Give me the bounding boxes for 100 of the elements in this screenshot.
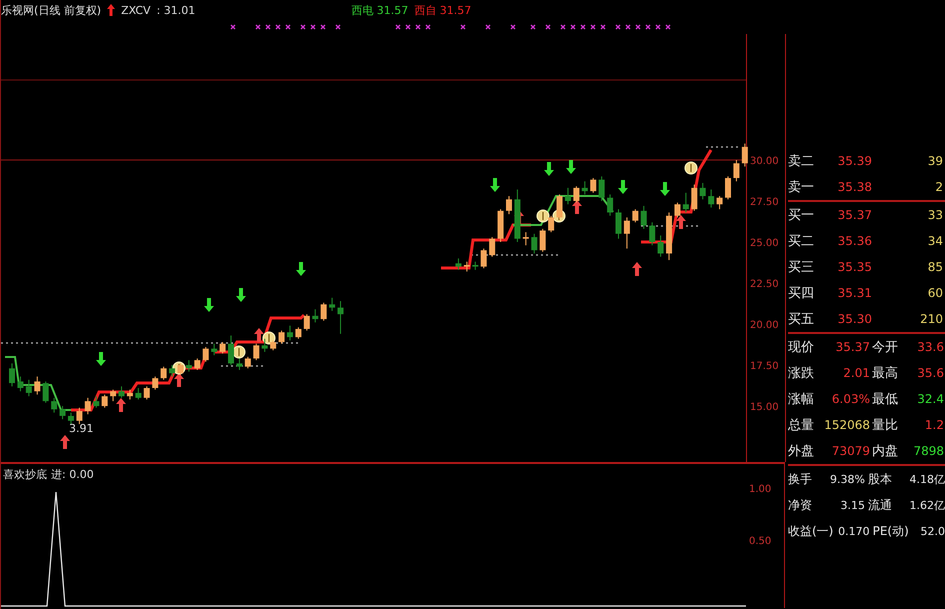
quote-price: 35.39 bbox=[836, 154, 872, 168]
candlestick bbox=[522, 232, 529, 246]
axis-label: 22.50 bbox=[750, 279, 779, 290]
quote-volume: 34 bbox=[926, 234, 944, 248]
candlestick bbox=[42, 380, 49, 404]
indicator-value: 进: 0.00 bbox=[51, 467, 94, 482]
candlestick bbox=[34, 376, 40, 396]
candlestick bbox=[716, 196, 723, 210]
signal-reading: 西自 31.57 bbox=[414, 2, 472, 18]
candlestick bbox=[489, 236, 496, 258]
quote-value: 32.4 bbox=[916, 392, 945, 406]
candlestick bbox=[304, 314, 310, 332]
quote-label: 流通 bbox=[868, 496, 892, 514]
quote-volume: 210 bbox=[919, 312, 944, 326]
up-arrow-icon bbox=[107, 4, 116, 16]
axis-label: 30.00 bbox=[750, 156, 779, 167]
quote-value: 52.0 bbox=[920, 524, 945, 538]
chart-title: 乐视网(日线 前复权) bbox=[1, 2, 102, 18]
quote-label: 今开 bbox=[872, 339, 899, 356]
candlestick bbox=[312, 308, 318, 323]
low-price-label: 3.91 bbox=[69, 422, 94, 435]
quote-label: 买四 bbox=[788, 285, 815, 302]
quote-label: 量比 bbox=[872, 417, 899, 434]
quote-price: 35.38 bbox=[836, 180, 872, 194]
quote-label: 外盘 bbox=[788, 443, 815, 460]
candlestick bbox=[733, 159, 740, 182]
quote-label: 股本 bbox=[868, 470, 892, 488]
candlestick bbox=[110, 389, 116, 402]
quote-price: 35.35 bbox=[836, 260, 872, 274]
quote-label: 换手 bbox=[788, 470, 812, 488]
quote-value: 1.2 bbox=[924, 418, 945, 432]
candlestick bbox=[540, 228, 546, 252]
axis-label: 25.00 bbox=[750, 238, 779, 249]
quote-value: 9.38% bbox=[829, 472, 865, 486]
quote-price: 35.31 bbox=[836, 286, 872, 300]
candlestick bbox=[228, 335, 234, 366]
candlestick bbox=[455, 258, 462, 270]
candlestick bbox=[253, 343, 260, 361]
quote-value: 6.03% bbox=[830, 392, 871, 406]
quote-value: 1.62亿 bbox=[908, 498, 945, 512]
candlestick bbox=[674, 202, 680, 218]
candlestick bbox=[725, 176, 732, 200]
indicator-name: ZXCV bbox=[121, 4, 151, 16]
candlestick bbox=[691, 184, 698, 212]
candlestick bbox=[17, 376, 24, 392]
axis-label: 1.00 bbox=[748, 483, 772, 497]
quote-value: 0.170 bbox=[837, 524, 870, 538]
candlestick bbox=[126, 389, 133, 400]
quote-volume: 2 bbox=[934, 180, 944, 194]
candlestick bbox=[564, 187, 571, 205]
candlestick bbox=[649, 222, 656, 246]
candlestick bbox=[118, 386, 125, 398]
candlestick bbox=[464, 261, 470, 272]
candlestick bbox=[93, 396, 100, 408]
candlestick bbox=[211, 343, 218, 356]
candlestick bbox=[590, 178, 596, 194]
quote-label: 现价 bbox=[788, 339, 815, 356]
candlestick bbox=[708, 189, 714, 208]
candlestick bbox=[480, 248, 487, 269]
quote-value: 35.6 bbox=[916, 366, 945, 380]
candlestick bbox=[531, 233, 538, 254]
candlestick bbox=[84, 397, 91, 415]
candlestick bbox=[262, 338, 268, 352]
candlestick bbox=[624, 216, 630, 250]
candlestick bbox=[60, 406, 66, 420]
candlestick bbox=[632, 208, 638, 223]
quote-price: 35.36 bbox=[836, 234, 872, 248]
candlestick bbox=[338, 300, 344, 334]
quote-value: 33.6 bbox=[916, 340, 945, 354]
candlestick bbox=[573, 186, 580, 204]
axis-label: 20.00 bbox=[750, 320, 779, 332]
candlestick bbox=[278, 330, 285, 344]
quote-label: 涨跌 bbox=[788, 365, 815, 382]
quote-value: 35.37 bbox=[834, 340, 871, 354]
candlestick bbox=[640, 205, 647, 230]
quote-label: 总量 bbox=[788, 417, 815, 434]
candlestick bbox=[682, 192, 689, 213]
candlestick bbox=[135, 388, 142, 400]
candlestick bbox=[329, 297, 336, 312]
candlestick bbox=[186, 360, 192, 372]
quote-label: 买二 bbox=[788, 233, 815, 250]
candlestick bbox=[51, 397, 58, 414]
quote-label: 买五 bbox=[788, 311, 815, 328]
quote-label: 涨幅 bbox=[788, 391, 815, 408]
quote-label: 卖二 bbox=[788, 153, 815, 170]
quote-value: 2.01 bbox=[842, 366, 871, 380]
axis-label: 27.50 bbox=[750, 197, 779, 208]
quote-volume: 39 bbox=[926, 154, 944, 168]
quote-volume: 60 bbox=[926, 286, 944, 300]
candlestick bbox=[582, 180, 588, 195]
quote-value: 3.15 bbox=[840, 498, 865, 512]
candlestick bbox=[26, 379, 32, 397]
quote-price: 35.37 bbox=[836, 208, 872, 222]
axis-label: 0.50 bbox=[748, 535, 772, 549]
candlestick bbox=[68, 412, 74, 425]
candlestick bbox=[286, 325, 293, 341]
candlestick bbox=[658, 234, 664, 258]
candlestick bbox=[616, 208, 622, 240]
candlestick bbox=[202, 346, 209, 362]
candlestick bbox=[76, 407, 82, 425]
